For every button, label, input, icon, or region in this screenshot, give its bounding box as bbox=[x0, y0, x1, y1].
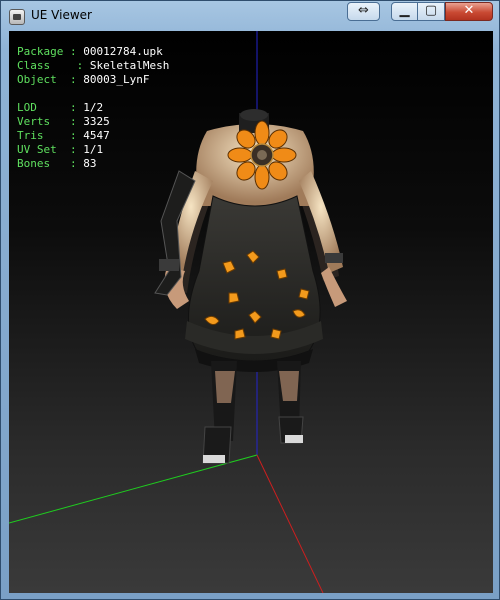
close-icon: ✕ bbox=[463, 3, 475, 18]
info-row-verts: Verts : 3325 bbox=[17, 115, 110, 128]
info-row-object: Object : 80003_LynF bbox=[17, 73, 150, 86]
close-button[interactable]: ✕ bbox=[445, 2, 493, 21]
bones-value: 83 bbox=[83, 157, 97, 170]
mesh-info-overlay: Package : 00012784.upk Class : SkeletalM… bbox=[17, 45, 169, 171]
uvset-value: 1/1 bbox=[83, 143, 104, 156]
swap-arrows-icon[interactable]: ⇔ bbox=[347, 2, 380, 21]
title-bar[interactable]: UE Viewer ⇔ ▁ ▢ ✕ bbox=[1, 1, 500, 31]
axis-x-line bbox=[256, 454, 324, 593]
maximize-button[interactable]: ▢ bbox=[418, 2, 445, 21]
info-row-bones: Bones : 83 bbox=[17, 157, 97, 170]
class-value: SkeletalMesh bbox=[89, 59, 170, 72]
3d-viewport[interactable]: Package : 00012784.upk Class : SkeletalM… bbox=[9, 31, 493, 593]
package-value: 00012784.upk bbox=[83, 45, 163, 58]
window-title: UE Viewer bbox=[31, 8, 92, 22]
ue-viewer-window: UE Viewer ⇔ ▁ ▢ ✕ Package: 00012784.upk… bbox=[0, 0, 500, 600]
maximize-icon: ▢ bbox=[424, 3, 438, 18]
object-value: 80003_LynF bbox=[83, 73, 150, 86]
axis-y-line bbox=[9, 454, 258, 524]
info-row-lod: LOD : 1/2 bbox=[17, 101, 104, 114]
info-row-package: Package : 00012784.upk bbox=[17, 45, 163, 58]
minimize-button[interactable]: ▁ bbox=[391, 2, 418, 21]
character-model bbox=[154, 109, 347, 464]
tris-value: 4547 bbox=[83, 129, 110, 142]
minimize-icon: ▁ bbox=[399, 3, 410, 18]
lod-value: 1/2 bbox=[83, 101, 104, 114]
info-row-uvset: UV Set : 1/1 bbox=[17, 143, 104, 156]
verts-value: 3325 bbox=[83, 115, 110, 128]
ue-viewer-icon bbox=[9, 9, 25, 25]
info-row-class: Class : SkeletalMesh bbox=[17, 59, 170, 72]
info-row-tris: Tris : 4547 bbox=[17, 129, 110, 142]
